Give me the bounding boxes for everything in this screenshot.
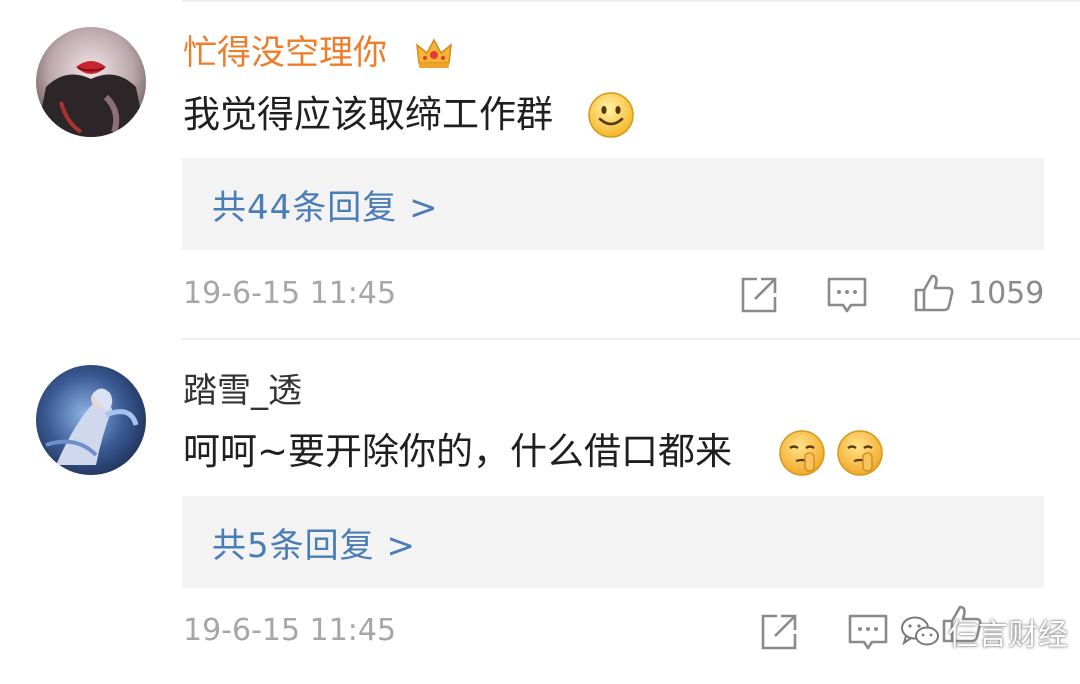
avatar[interactable]	[36, 27, 146, 137]
username[interactable]: 忙得没空理你	[183, 33, 387, 73]
view-replies-link[interactable]: 共44条回复 >	[212, 180, 439, 229]
share-icon[interactable]	[757, 610, 801, 654]
shush-emoji-icon	[837, 430, 883, 476]
timestamp: 19-6-15 11:45	[183, 613, 397, 648]
smile-emoji-icon	[588, 92, 634, 138]
watermark-text: 仨言财经	[948, 618, 1068, 653]
watermark: 仨言财经	[900, 610, 1068, 654]
reply-box[interactable]: 共44条回复 >	[182, 158, 1044, 250]
crown-icon	[416, 38, 452, 68]
shush-emoji-icon	[779, 430, 825, 476]
reply-box[interactable]: 共5条回复 >	[182, 496, 1044, 588]
comment-icon[interactable]	[846, 610, 890, 654]
comment-text: 呵呵~要开除你的，什么借口都来	[183, 430, 733, 473]
comment-meta: 19-6-15 11:45 1059	[0, 270, 1080, 320]
avatar[interactable]	[36, 365, 146, 475]
share-icon[interactable]	[737, 273, 781, 317]
view-replies-link[interactable]: 共5条回复 >	[212, 518, 416, 567]
wechat-icon	[901, 616, 939, 646]
comment-item: 忙得没空理你 我觉得应该取缔工作群 共44条回复 > 19-6-15 11:45	[0, 0, 1080, 338]
like-count: 1059	[968, 276, 1045, 311]
thumbs-up-icon[interactable]	[912, 270, 956, 314]
username[interactable]: 踏雪_透	[183, 371, 302, 411]
comment-icon[interactable]	[825, 273, 869, 317]
timestamp: 19-6-15 11:45	[183, 276, 397, 311]
comment-text: 我觉得应该取缔工作群	[183, 93, 553, 136]
